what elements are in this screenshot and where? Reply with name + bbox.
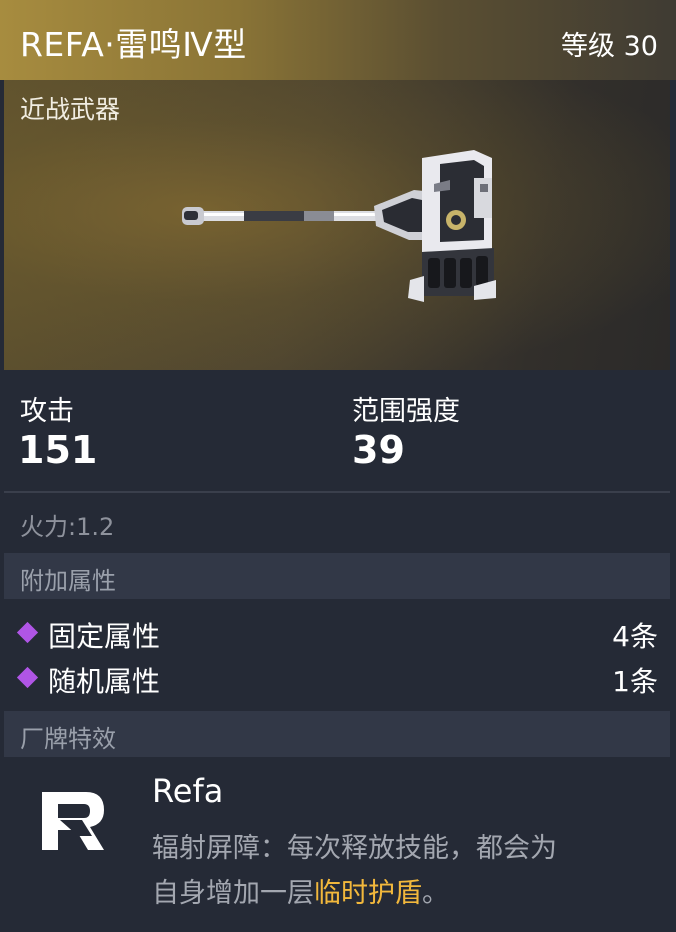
random-attribute-count: 1条 xyxy=(612,665,658,698)
firepower-stat: 火力:1.2 xyxy=(20,513,115,541)
brand-desc-line1: 辐射屏障：每次释放技能，都会为 xyxy=(152,833,557,864)
attack-label: 攻击 xyxy=(20,396,74,427)
random-attribute-row[interactable]: 随机属性 1条 xyxy=(16,660,658,700)
weapon-image-area: 近战武器 xyxy=(4,80,670,370)
refa-logo-icon xyxy=(42,792,104,850)
extra-attributes-title: 附加属性 xyxy=(20,567,116,595)
extra-attributes-header: 附加属性 xyxy=(4,553,670,599)
fixed-attribute-count: 4条 xyxy=(612,620,658,653)
fixed-attribute-row[interactable]: 固定属性 4条 xyxy=(16,615,658,655)
brand-name: Refa xyxy=(152,772,224,810)
weapon-title: REFA·雷鸣Ⅳ型 xyxy=(20,25,247,64)
card-header: REFA·雷鸣Ⅳ型 等级 30 xyxy=(0,0,676,80)
brand-description: 辐射屏障：每次释放技能，都会为 自身增加一层临时护盾。 xyxy=(152,826,652,916)
weapon-level: 等级 30 xyxy=(561,31,658,62)
brand-effect-header: 厂牌特效 xyxy=(4,711,670,757)
brand-effect-title: 厂牌特效 xyxy=(20,725,116,753)
weapon-category: 近战武器 xyxy=(20,95,121,124)
random-attribute-label: 随机属性 xyxy=(48,665,161,698)
divider xyxy=(4,491,670,493)
purple-diamond-icon xyxy=(16,621,39,644)
attack-value: 151 xyxy=(18,428,98,472)
brand-desc-line2: 自身增加一层临时护盾。 xyxy=(152,871,652,916)
temporary-shield-highlight: 临时护盾 xyxy=(314,878,422,909)
weapon-card: REFA·雷鸣Ⅳ型 等级 30 近战武器 攻击 151 范围强度 39 火力:1… xyxy=(0,0,676,932)
brand-desc-prefix: 自身增加一层 xyxy=(152,878,314,909)
range-label: 范围强度 xyxy=(352,396,460,427)
purple-diamond-icon xyxy=(16,666,39,689)
fixed-attribute-label: 固定属性 xyxy=(48,620,161,653)
brand-desc-suffix: 。 xyxy=(422,878,449,909)
range-value: 39 xyxy=(352,428,405,472)
